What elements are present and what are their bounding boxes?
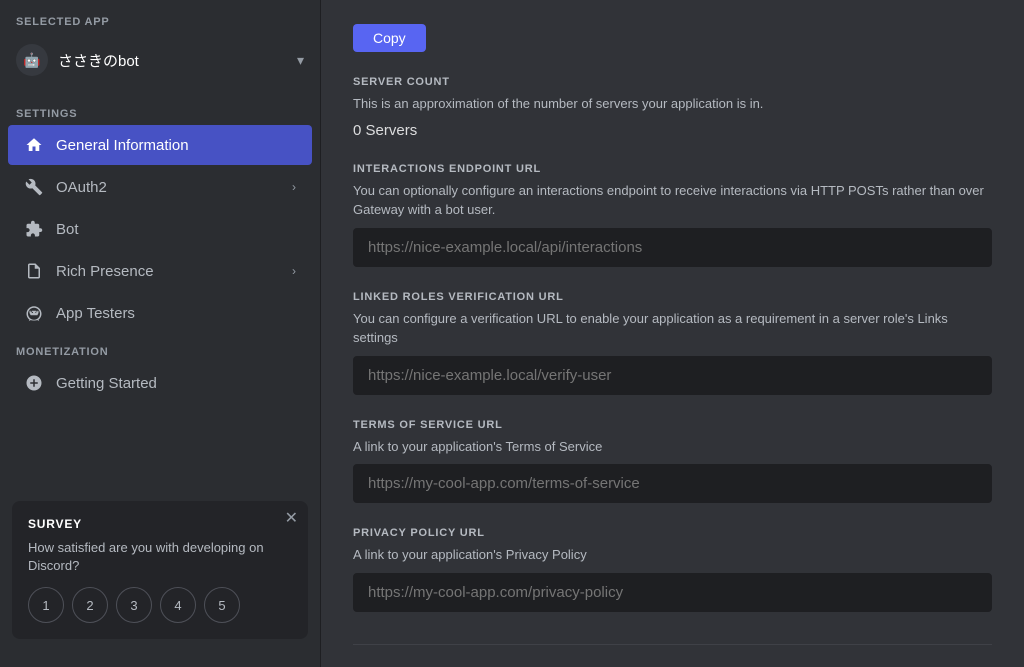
server-count-section: SERVER COUNT This is an approximation of…	[353, 76, 992, 139]
document-icon	[24, 261, 44, 281]
sidebar-item-rich-presence[interactable]: Rich Presence ›	[8, 251, 312, 291]
privacy-policy-input[interactable]	[353, 573, 992, 612]
sidebar-item-oauth2-label: OAuth2	[56, 179, 280, 196]
oauth2-chevron-icon: ›	[292, 180, 296, 194]
terms-of-service-description: A link to your application's Terms of Se…	[353, 437, 992, 457]
settings-section-label: SETTINGS	[0, 96, 320, 124]
privacy-policy-section: PRIVACY POLICY URL A link to your applic…	[353, 527, 992, 612]
sidebar-item-bot[interactable]: Bot	[8, 209, 312, 249]
survey-close-button[interactable]: ✕	[285, 511, 298, 527]
copy-button[interactable]: Copy	[353, 24, 426, 52]
plus-circle-icon	[24, 373, 44, 393]
server-count-label: SERVER COUNT	[353, 76, 992, 88]
linked-roles-label: LINKED ROLES VERIFICATION URL	[353, 291, 992, 303]
app-selector[interactable]: 🤖 ささきのbot ▾	[0, 36, 320, 84]
survey-question: How satisfied are you with developing on…	[28, 539, 292, 575]
main-content: Copy SERVER COUNT This is an approximati…	[321, 0, 1024, 667]
sidebar-item-oauth2[interactable]: OAuth2 ›	[8, 167, 312, 207]
sidebar: SELECTED APP 🤖 ささきのbot ▾ SETTINGS Genera…	[0, 0, 320, 667]
interactions-endpoint-description: You can optionally configure an interact…	[353, 181, 992, 220]
privacy-policy-label: PRIVACY POLICY URL	[353, 527, 992, 539]
survey-box: ✕ SURVEY How satisfied are you with deve…	[12, 501, 308, 639]
privacy-policy-description: A link to your application's Privacy Pol…	[353, 545, 992, 565]
delete-app-button[interactable]: Delete App	[892, 661, 993, 667]
linked-roles-section: LINKED ROLES VERIFICATION URL You can co…	[353, 291, 992, 395]
sidebar-item-app-testers[interactable]: App Testers	[8, 293, 312, 333]
survey-btn-4[interactable]: 4	[160, 587, 196, 623]
sidebar-item-getting-started-label: Getting Started	[56, 375, 296, 392]
sidebar-item-rich-presence-label: Rich Presence	[56, 263, 280, 280]
interactions-endpoint-section: INTERACTIONS ENDPOINT URL You can option…	[353, 163, 992, 267]
sidebar-item-getting-started[interactable]: Getting Started	[8, 363, 312, 403]
server-count-value: 0 Servers	[353, 122, 992, 139]
app-name: ささきのbot	[58, 50, 287, 71]
survey-btn-5[interactable]: 5	[204, 587, 240, 623]
rich-presence-chevron-icon: ›	[292, 264, 296, 278]
sidebar-item-general-information-label: General Information	[56, 137, 296, 154]
terms-of-service-label: TERMS OF SERVICE URL	[353, 419, 992, 431]
controller-icon	[24, 303, 44, 323]
chevron-down-icon: ▾	[297, 52, 304, 69]
puzzle-icon	[24, 219, 44, 239]
home-icon	[24, 135, 44, 155]
sidebar-item-general-information[interactable]: General Information	[8, 125, 312, 165]
interactions-endpoint-input[interactable]	[353, 228, 992, 267]
app-avatar: 🤖	[16, 44, 48, 76]
selected-app-label: SELECTED APP	[0, 16, 320, 36]
sidebar-item-bot-label: Bot	[56, 221, 296, 238]
linked-roles-input[interactable]	[353, 356, 992, 395]
terms-of-service-section: TERMS OF SERVICE URL A link to your appl…	[353, 419, 992, 504]
monetization-section-label: MONETIZATION	[0, 334, 320, 362]
server-count-description: This is an approximation of the number o…	[353, 94, 992, 114]
sidebar-item-app-testers-label: App Testers	[56, 305, 296, 322]
delete-btn-row: Delete App	[353, 644, 992, 667]
survey-btn-3[interactable]: 3	[116, 587, 152, 623]
survey-btn-2[interactable]: 2	[72, 587, 108, 623]
interactions-endpoint-label: INTERACTIONS ENDPOINT URL	[353, 163, 992, 175]
wrench-icon	[24, 177, 44, 197]
linked-roles-description: You can configure a verification URL to …	[353, 309, 992, 348]
survey-btn-1[interactable]: 1	[28, 587, 64, 623]
terms-of-service-input[interactable]	[353, 464, 992, 503]
survey-title: SURVEY	[28, 517, 292, 531]
survey-rating-buttons: 1 2 3 4 5	[28, 587, 292, 623]
